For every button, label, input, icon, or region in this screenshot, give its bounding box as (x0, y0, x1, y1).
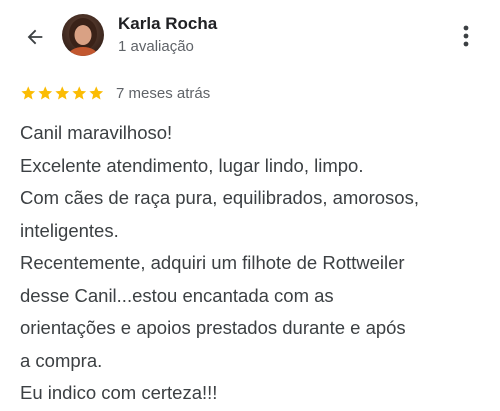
back-button[interactable] (20, 22, 50, 52)
review-line: inteligentes. (20, 219, 119, 241)
avatar-photo (62, 14, 104, 56)
star-icon (89, 86, 104, 100)
review-time: 7 meses atrás (116, 84, 211, 102)
review-line: Excelente atendimento, lugar lindo, limp… (20, 154, 364, 176)
reviewer-name[interactable]: Karla Rocha (118, 14, 217, 34)
review-text: Canil maravilhoso! Excelente atendimento,… (20, 117, 488, 410)
star-icon (21, 86, 36, 100)
more-options-button[interactable] (456, 22, 476, 50)
star-icon (55, 86, 70, 100)
review-line: Canil maravilhoso! (20, 122, 173, 143)
arrow-back-icon (27, 29, 43, 45)
review-line: Eu indico com certeza!!! (20, 382, 218, 403)
star-icon (38, 86, 53, 100)
rating-row: 7 meses atrás (20, 82, 210, 104)
review-line: Recentemente, adquiri um filhote de Rott… (20, 252, 405, 273)
review-line: orientações e apoios prestados durante e… (20, 317, 406, 338)
review-line: a compra. (20, 349, 103, 371)
avatar[interactable] (62, 14, 104, 56)
star-rating (20, 85, 105, 102)
review-line: desse Canil...estou encantada com as (20, 284, 334, 306)
more-vert-icon (463, 25, 469, 47)
review-line: Com cães de raça pura, equilibrados, amo… (20, 187, 419, 208)
reviewer-review-count: 1 avaliação (118, 38, 194, 55)
star-icon (72, 86, 87, 100)
review-header: Karla Rocha 1 avaliação (0, 0, 500, 75)
